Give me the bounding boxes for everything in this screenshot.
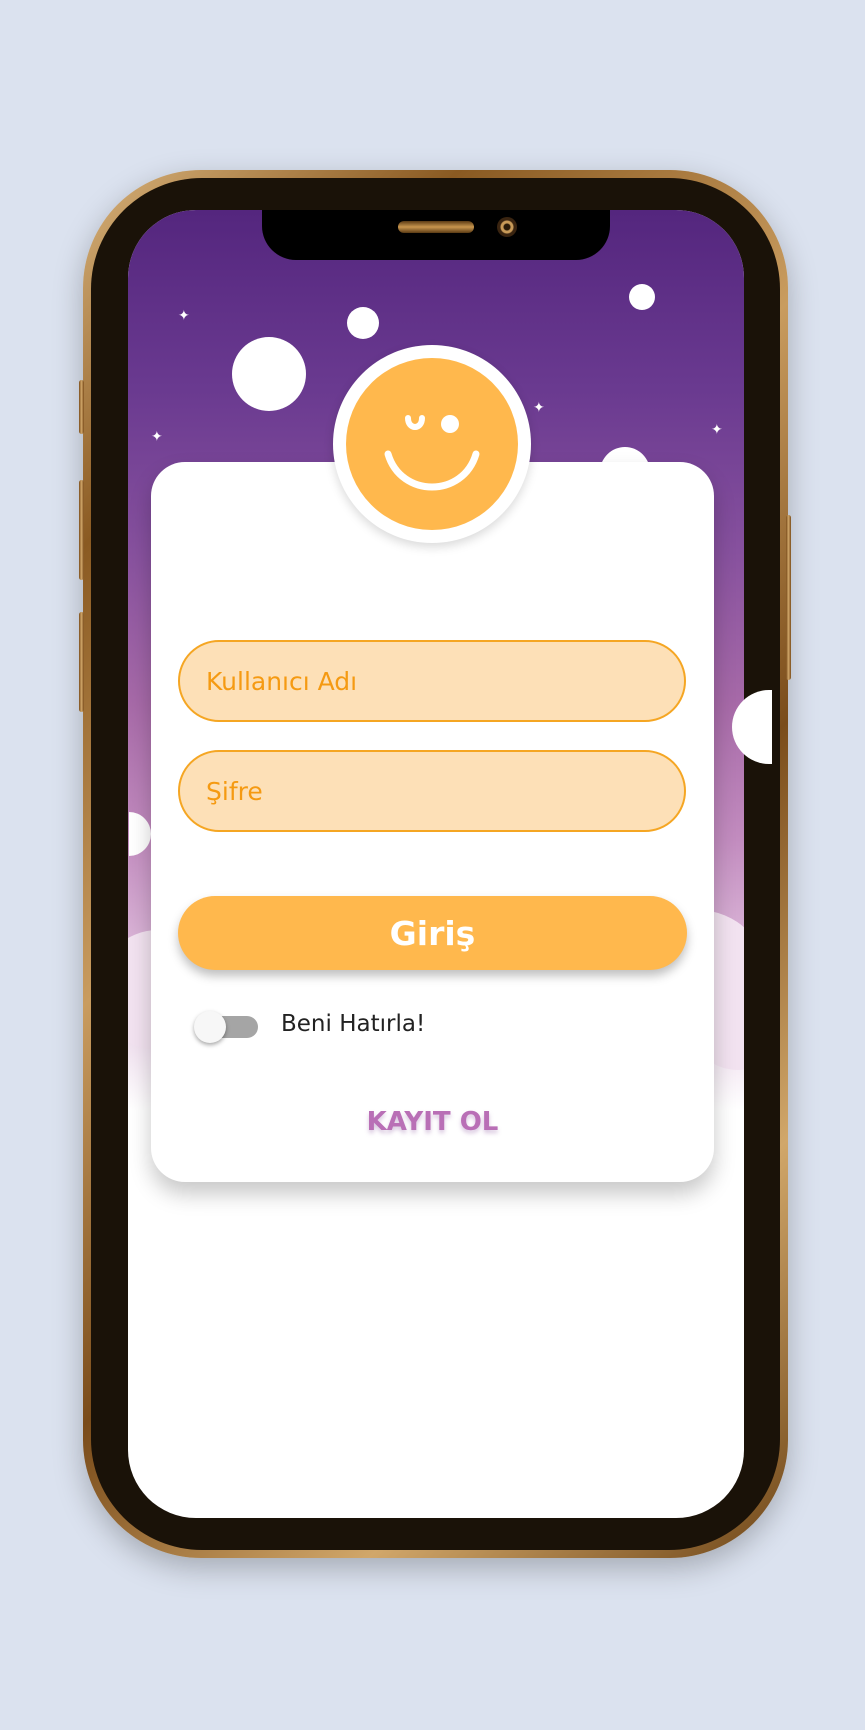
phone-power-button <box>786 515 791 680</box>
remember-me-toggle-knob[interactable] <box>194 1011 226 1043</box>
password-placeholder: Şifre <box>206 776 263 806</box>
sparkle-icon: ✦ <box>151 429 163 445</box>
sparkle-icon: ✦ <box>178 308 190 324</box>
phone-volume-up <box>79 480 84 580</box>
phone-notch <box>262 210 610 260</box>
register-link[interactable]: KAYIT OL <box>151 1107 714 1137</box>
phone-front-camera <box>497 217 517 237</box>
password-input[interactable]: Şifre <box>178 750 686 832</box>
phone-mute-switch <box>79 380 84 434</box>
avatar <box>333 345 531 543</box>
sky-bubble <box>347 307 379 339</box>
login-button[interactable]: Giriş <box>178 896 687 970</box>
phone-volume-down <box>79 612 84 712</box>
smiley-logo-icon <box>346 358 518 530</box>
username-input[interactable]: Kullanıcı Adı <box>178 640 686 722</box>
sky-bubble <box>232 337 306 411</box>
sparkle-icon: ✦ <box>533 400 545 416</box>
sky-bubble <box>629 284 655 310</box>
remember-me-label: Beni Hatırla! <box>281 1011 426 1037</box>
phone-speaker <box>398 221 474 233</box>
sparkle-icon: ✦ <box>711 422 723 438</box>
username-placeholder: Kullanıcı Adı <box>206 666 358 696</box>
